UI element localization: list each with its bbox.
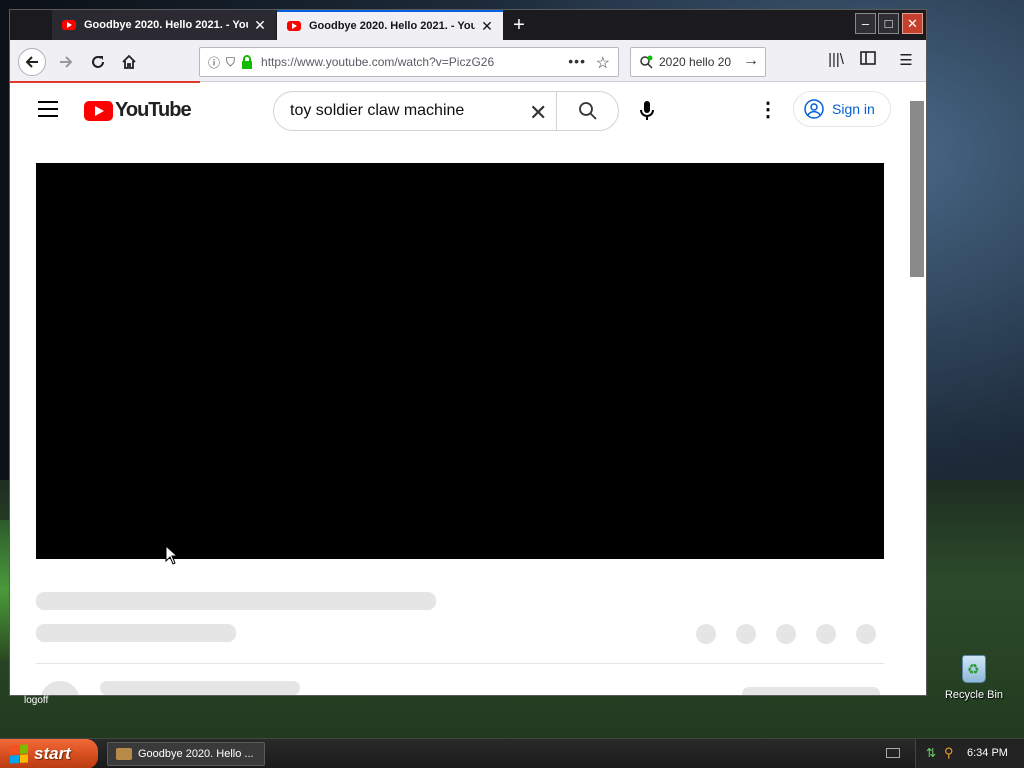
back-button[interactable] xyxy=(18,48,46,76)
video-meta-placeholder xyxy=(36,624,236,642)
mouse-cursor-icon xyxy=(165,545,179,565)
taskbar-window-button[interactable]: Goodbye 2020. Hello ... xyxy=(107,742,265,766)
youtube-logo-icon xyxy=(84,100,113,121)
forward-icon xyxy=(60,56,73,68)
more-options-icon[interactable]: ⋮ xyxy=(758,97,778,122)
info-icon[interactable]: ⓘ xyxy=(208,54,220,71)
search-icon xyxy=(578,102,597,120)
youtube-logo-text: YouTube xyxy=(115,99,192,121)
tab-title: Goodbye 2020. Hello 2021. - YouTube xyxy=(84,19,248,31)
system-tray: ⇅ ⚲ 6:34 PM xyxy=(915,739,1024,768)
recycle-bin-icon xyxy=(962,655,986,683)
action-placeholder xyxy=(736,624,756,644)
browser-window: Goodbye 2020. Hello 2021. - YouTube ✕ Go… xyxy=(9,9,927,696)
video-title-placeholder xyxy=(36,592,436,610)
guide-menu-icon[interactable] xyxy=(38,101,58,117)
keyboard-icon[interactable] xyxy=(886,748,900,758)
recycle-bin-label: Recycle Bin xyxy=(944,689,1004,701)
channel-name-placeholder xyxy=(100,681,300,695)
youtube-page: YouTube ✕ ⋮ Sign in xyxy=(10,83,926,695)
page-scrollbar[interactable] xyxy=(910,101,924,277)
home-icon xyxy=(122,54,136,69)
youtube-logo[interactable]: YouTube xyxy=(84,99,192,122)
tab-title: Goodbye 2020. Hello 2021. - YouTube xyxy=(309,20,475,32)
search-go-icon[interactable]: → xyxy=(743,52,759,70)
tab-close-icon[interactable]: ✕ xyxy=(479,18,495,35)
url-text[interactable]: https://www.youtube.com/watch?v=PiczG26 xyxy=(261,55,529,69)
forward-button[interactable] xyxy=(52,48,80,76)
logoff-desktop-label[interactable]: logoff xyxy=(24,695,48,706)
divider xyxy=(36,663,884,664)
start-label: start xyxy=(34,744,71,763)
maximize-button[interactable]: □ xyxy=(878,13,899,34)
youtube-search-bar: ✕ xyxy=(273,91,619,131)
taskbar-window-label: Goodbye 2020. Hello ... xyxy=(138,748,254,760)
action-placeholder xyxy=(856,624,876,644)
new-tab-button[interactable]: + xyxy=(508,14,530,36)
user-icon xyxy=(804,99,824,119)
tab-close-icon[interactable]: ✕ xyxy=(252,17,268,34)
url-bar[interactable]: ⓘ ⛉ https://www.youtube.com/watch?v=Picz… xyxy=(199,47,619,77)
taskbar: start Goodbye 2020. Hello ... ⇅ ⚲ 6:34 P… xyxy=(0,738,1024,768)
recycle-bin[interactable]: Recycle Bin xyxy=(944,655,1004,701)
channel-avatar-placeholder xyxy=(40,681,80,695)
action-placeholder xyxy=(816,624,836,644)
browser-task-icon xyxy=(116,748,132,760)
start-button[interactable]: start xyxy=(0,739,98,768)
tab-active[interactable]: Goodbye 2020. Hello 2021. - YouTube ✕ xyxy=(277,10,503,40)
reload-icon xyxy=(92,56,104,68)
search-engine-icon xyxy=(640,55,653,69)
search-tray-icon[interactable]: ⚲ xyxy=(944,745,954,761)
browser-search-box[interactable]: 2020 hello 20 → xyxy=(630,47,766,77)
tracking-protection-icon[interactable]: ⛉ xyxy=(226,55,235,70)
tab-strip: Goodbye 2020. Hello 2021. - YouTube ✕ Go… xyxy=(10,10,926,40)
close-window-button[interactable]: ✕ xyxy=(902,13,923,34)
sign-in-button[interactable]: Sign in xyxy=(793,91,891,127)
youtube-search-input[interactable] xyxy=(290,102,530,120)
navigation-toolbar: ⓘ ⛉ https://www.youtube.com/watch?v=Picz… xyxy=(10,40,926,82)
action-placeholder xyxy=(696,624,716,644)
library-icon[interactable]: |||\ xyxy=(825,51,847,71)
search-box-text[interactable]: 2020 hello 20 xyxy=(659,55,739,69)
subscribe-placeholder xyxy=(742,687,880,695)
windows-flag-icon xyxy=(10,744,28,764)
action-placeholder xyxy=(776,624,796,644)
back-icon xyxy=(25,56,38,68)
mic-icon[interactable] xyxy=(637,99,657,123)
home-button[interactable] xyxy=(115,48,143,76)
sidebar-icon[interactable] xyxy=(857,51,879,71)
lock-icon xyxy=(242,55,253,69)
clear-search-icon[interactable]: ✕ xyxy=(529,100,547,126)
video-player[interactable] xyxy=(36,163,884,559)
youtube-favicon-icon xyxy=(62,20,76,30)
menu-icon[interactable]: ☰ xyxy=(895,51,917,71)
youtube-favicon-icon xyxy=(287,21,301,31)
clock[interactable]: 6:34 PM xyxy=(967,747,1008,759)
page-actions-icon[interactable]: ••• xyxy=(568,53,586,69)
network-icon[interactable]: ⇅ xyxy=(926,746,936,760)
reload-button[interactable] xyxy=(84,48,112,76)
minimize-button[interactable]: – xyxy=(855,13,876,34)
star-icon[interactable]: ☆ xyxy=(596,53,610,73)
tab-inactive[interactable]: Goodbye 2020. Hello 2021. - YouTube ✕ xyxy=(52,10,276,40)
youtube-search-button[interactable] xyxy=(556,92,618,130)
youtube-header: YouTube ✕ ⋮ Sign in xyxy=(10,83,908,139)
sign-in-label: Sign in xyxy=(832,101,875,117)
